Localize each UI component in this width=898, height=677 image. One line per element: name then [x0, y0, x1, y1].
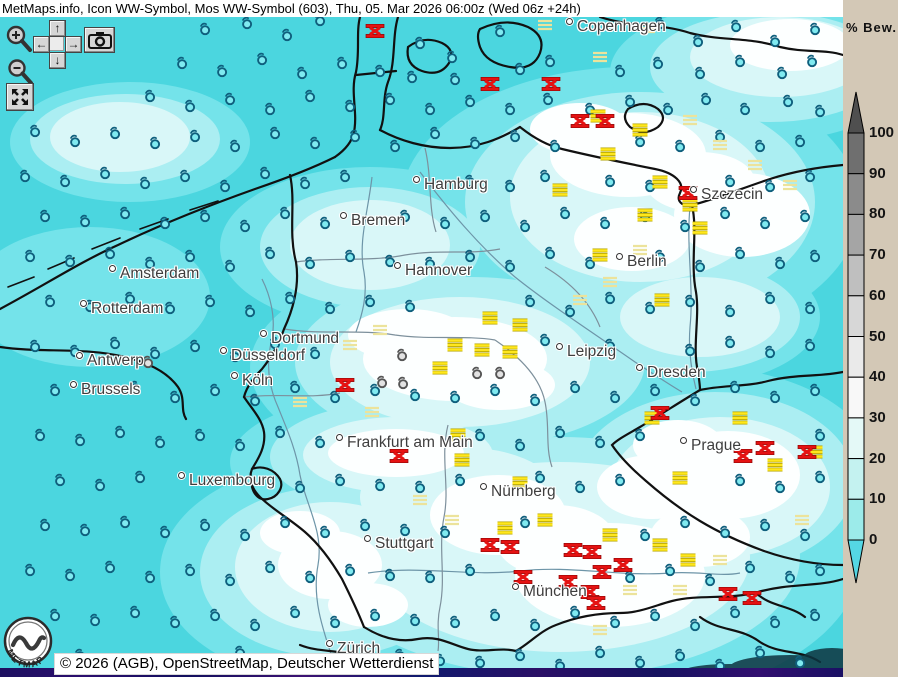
city-name: München — [523, 583, 587, 600]
legend-tick-label: 10 — [869, 491, 886, 507]
city-marker-icon — [690, 186, 697, 193]
city-name: Düsseldorf — [231, 347, 305, 364]
legend-tick-label: 100 — [869, 125, 894, 141]
city-marker-icon — [80, 300, 87, 307]
city-name: Hannover — [405, 262, 472, 279]
city-label: Rotterdam — [80, 300, 163, 318]
legend-tick-label: 20 — [869, 451, 886, 467]
city-name: Brussels — [81, 381, 140, 398]
city-marker-icon — [220, 347, 227, 354]
city-name: Amsterdam — [120, 265, 199, 282]
attribution-bar: © 2026 (AGB), OpenStreetMap, Deutscher W… — [54, 653, 439, 675]
city-label: Frankfurt am Main — [336, 434, 473, 452]
pan-right-button[interactable]: → — [65, 36, 82, 53]
city-marker-icon — [364, 535, 371, 542]
pan-center — [49, 36, 64, 51]
arrow-left-icon: ← — [36, 36, 48, 53]
city-marker-icon — [340, 212, 347, 219]
city-marker-icon — [336, 434, 343, 441]
city-label: Copenhagen — [566, 18, 666, 36]
city-label: Dresden — [636, 364, 706, 382]
city-name: Bremen — [351, 212, 405, 229]
city-name: Berlin — [627, 253, 667, 270]
city-name: Rotterdam — [91, 300, 163, 317]
pan-left-button[interactable]: ← — [33, 36, 50, 53]
arrow-up-icon: ↑ — [55, 20, 61, 37]
arrow-right-icon: → — [68, 36, 80, 53]
city-marker-icon — [556, 343, 563, 350]
city-name: Stuttgart — [375, 535, 434, 552]
camera-icon — [88, 31, 112, 49]
city-label: Düsseldorf — [220, 347, 305, 365]
arrow-down-icon: ↓ — [55, 52, 61, 69]
city-marker-icon — [231, 372, 238, 379]
city-marker-icon — [636, 364, 643, 371]
city-label: Amsterdam — [109, 265, 199, 283]
city-name: Prague — [691, 437, 741, 454]
city-label: Brussels — [70, 381, 140, 399]
title-bar: MetMaps.info, Icon WW-Symbol, Mos WW-Sym… — [0, 0, 845, 17]
attribution-text: © 2026 (AGB), OpenStreetMap, Deutscher W… — [60, 655, 433, 672]
city-marker-icon — [178, 472, 185, 479]
city-name: Hamburg — [424, 176, 488, 193]
city-label: Nürnberg — [480, 483, 556, 501]
city-name: Nürnberg — [491, 483, 556, 500]
city-name: Luxembourg — [189, 472, 275, 489]
city-name: Frankfurt am Main — [347, 434, 473, 451]
city-name: Dortmund — [271, 330, 339, 347]
pan-down-button[interactable]: ↓ — [49, 52, 66, 69]
city-name: Antwerp — [87, 352, 144, 369]
city-label: Prague — [680, 437, 741, 455]
city-marker-icon — [394, 262, 401, 269]
expand-icon — [10, 87, 30, 107]
zoom-in-button[interactable] — [5, 25, 33, 55]
city-marker-icon — [109, 265, 116, 272]
weather-map-canvas[interactable]: Copenhagen Hamburg Bremen Hannover Amsterdam… — [0, 17, 844, 677]
city-marker-icon — [70, 381, 77, 388]
legend-tick-label: 90 — [869, 166, 886, 182]
city-name: Leipzig — [567, 343, 616, 360]
city-label: Szczecin — [690, 186, 763, 204]
legend-tick-label: 30 — [869, 410, 886, 426]
city-label: Köln — [231, 372, 273, 390]
fullscreen-button[interactable] — [6, 83, 34, 111]
city-label: Dortmund — [260, 330, 339, 348]
city-name: Szczecin — [701, 186, 763, 203]
pan-up-button[interactable]: ↑ — [49, 20, 66, 37]
city-label: Hannover — [394, 262, 472, 280]
city-marker-icon — [76, 352, 83, 359]
legend-tick-label: 60 — [869, 288, 886, 304]
city-marker-icon — [680, 437, 687, 444]
city-marker-icon — [326, 640, 333, 647]
city-label: Leipzig — [556, 343, 616, 361]
snapshot-button[interactable] — [84, 27, 115, 53]
city-label: Bremen — [340, 212, 405, 230]
legend-tick-label: 40 — [869, 369, 886, 385]
metmaps-logo: METMAPS — [1, 615, 57, 673]
legend-tick-label: 80 — [869, 206, 886, 222]
city-marker-icon — [480, 483, 487, 490]
city-marker-icon — [512, 583, 519, 590]
city-label: München — [512, 583, 587, 601]
city-label: Hamburg — [413, 176, 488, 194]
legend-tick-label: 50 — [869, 329, 886, 345]
metmaps-app: Copenhagen Hamburg Bremen Hannover Amsterdam… — [0, 0, 898, 677]
legend-panel: % Bew. 1009080706050403020100 — [843, 0, 898, 677]
city-label: Stuttgart — [364, 535, 434, 553]
map-background — [0, 17, 843, 677]
city-marker-icon — [413, 176, 420, 183]
city-name: Köln — [242, 372, 273, 389]
city-marker-icon — [616, 253, 623, 260]
city-label: Berlin — [616, 253, 667, 271]
title-text: MetMaps.info, Icon WW-Symbol, Mos WW-Sym… — [2, 1, 581, 16]
city-label: Antwerp — [76, 352, 144, 370]
city-marker-icon — [260, 330, 267, 337]
city-label: Luxembourg — [178, 472, 275, 490]
legend-tick-label: 70 — [869, 247, 886, 263]
legend-tick-label: 0 — [869, 532, 877, 548]
city-name: Copenhagen — [577, 18, 666, 35]
city-name: Dresden — [647, 364, 706, 381]
city-marker-icon — [566, 18, 573, 25]
